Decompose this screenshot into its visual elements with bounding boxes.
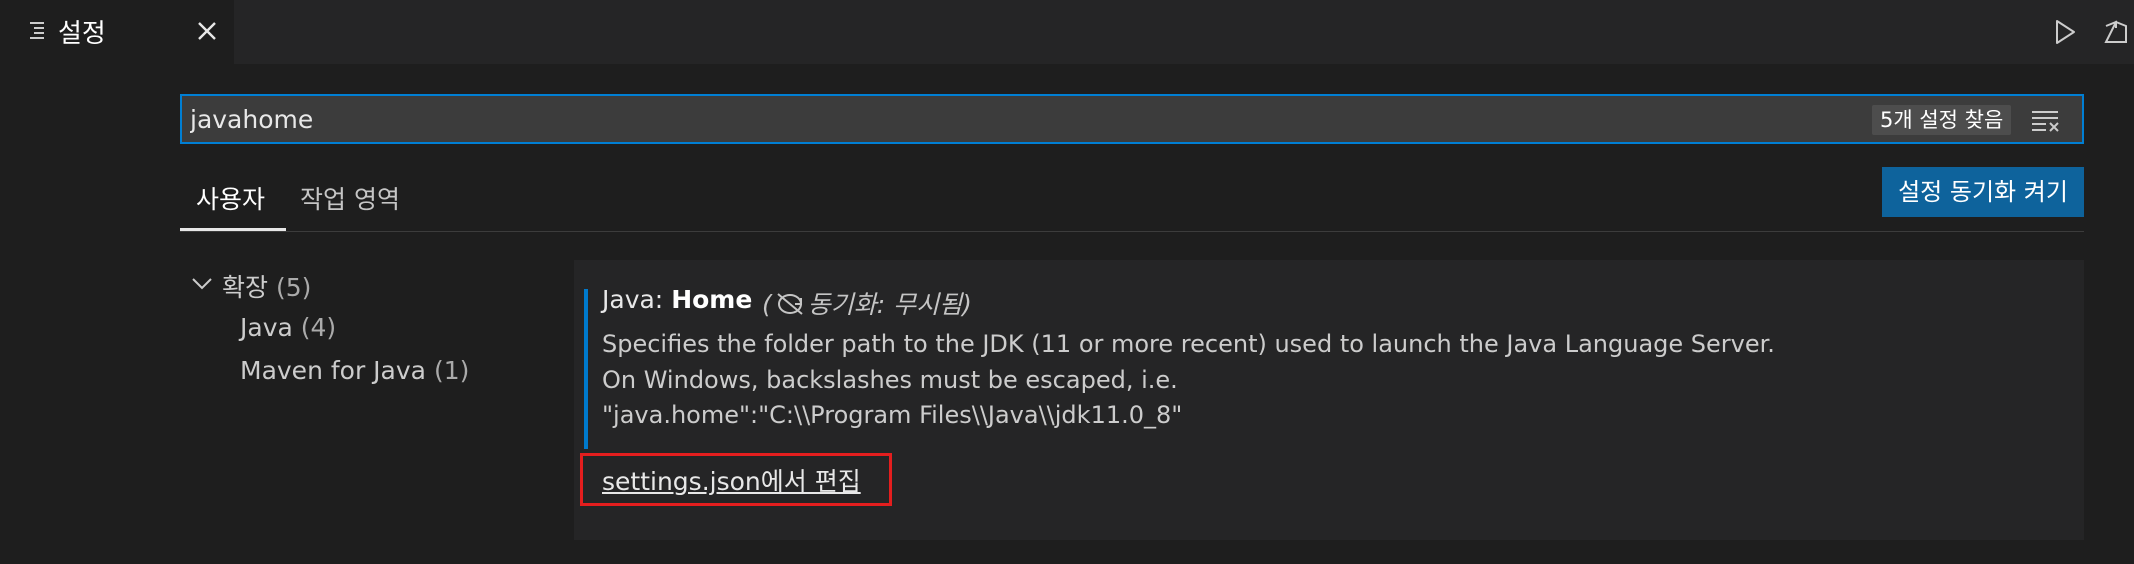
setting-name: Home xyxy=(671,285,753,314)
setting-description-line: Specifies the folder path to the JDK (11… xyxy=(602,330,1775,358)
sync-ignored-indicator: ( 동기화: 무시됨) xyxy=(762,285,972,321)
setting-category: Java: xyxy=(602,285,672,314)
chevron-down-icon xyxy=(192,278,212,290)
settings-list-icon xyxy=(30,22,44,39)
toc-item-count: (1) xyxy=(433,356,470,385)
toc-group-count: (5) xyxy=(275,273,312,302)
setting-description-line: On Windows, backslashes must be escaped,… xyxy=(602,366,1178,394)
search-input[interactable] xyxy=(190,102,1830,136)
toc-item-count: (4) xyxy=(300,313,337,342)
settings-editor-tab[interactable]: 설정 xyxy=(0,0,234,64)
tab-workspace[interactable]: 작업 영역 xyxy=(300,180,400,216)
sync-ignored-label: 동기화: 무시됨) xyxy=(807,290,972,319)
toc-group-label: 확장 (5) xyxy=(222,268,311,304)
toc-group-name: 확장 xyxy=(222,273,269,302)
sync-ignored-open: ( xyxy=(762,290,772,319)
open-settings-json-icon[interactable] xyxy=(2102,16,2134,48)
tab-user[interactable]: 사용자 xyxy=(196,180,265,216)
turn-on-settings-sync-button[interactable]: 설정 동기화 켜기 xyxy=(1882,167,2084,217)
tab-label: 설정 xyxy=(58,19,106,49)
toc-item-maven-for-java[interactable]: Maven for Java (1) xyxy=(240,356,469,385)
scope-divider xyxy=(180,231,2084,232)
edit-in-settings-json-link[interactable]: settings.json에서 편집 xyxy=(602,462,861,498)
setting-description-line: "java.home":"C:\\Program Files\\Java\\jd… xyxy=(602,401,1183,429)
settings-search-box: 5개 설정 찾음 xyxy=(180,94,2084,144)
result-count-badge: 5개 설정 찾음 xyxy=(1872,105,2012,135)
run-icon[interactable] xyxy=(2052,18,2078,46)
toc-item-label: Java xyxy=(240,313,293,342)
clear-filter-icon[interactable] xyxy=(2030,106,2062,134)
sync-ignored-icon xyxy=(777,293,803,315)
toc-item-java[interactable]: Java (4) xyxy=(240,313,336,342)
toc-item-label: Maven for Java xyxy=(240,356,426,385)
setting-title: Java: Home xyxy=(602,285,752,314)
setting-focus-bar xyxy=(584,289,588,449)
editor-tab-bar: 설정 xyxy=(0,0,2134,64)
close-icon[interactable] xyxy=(194,18,220,44)
